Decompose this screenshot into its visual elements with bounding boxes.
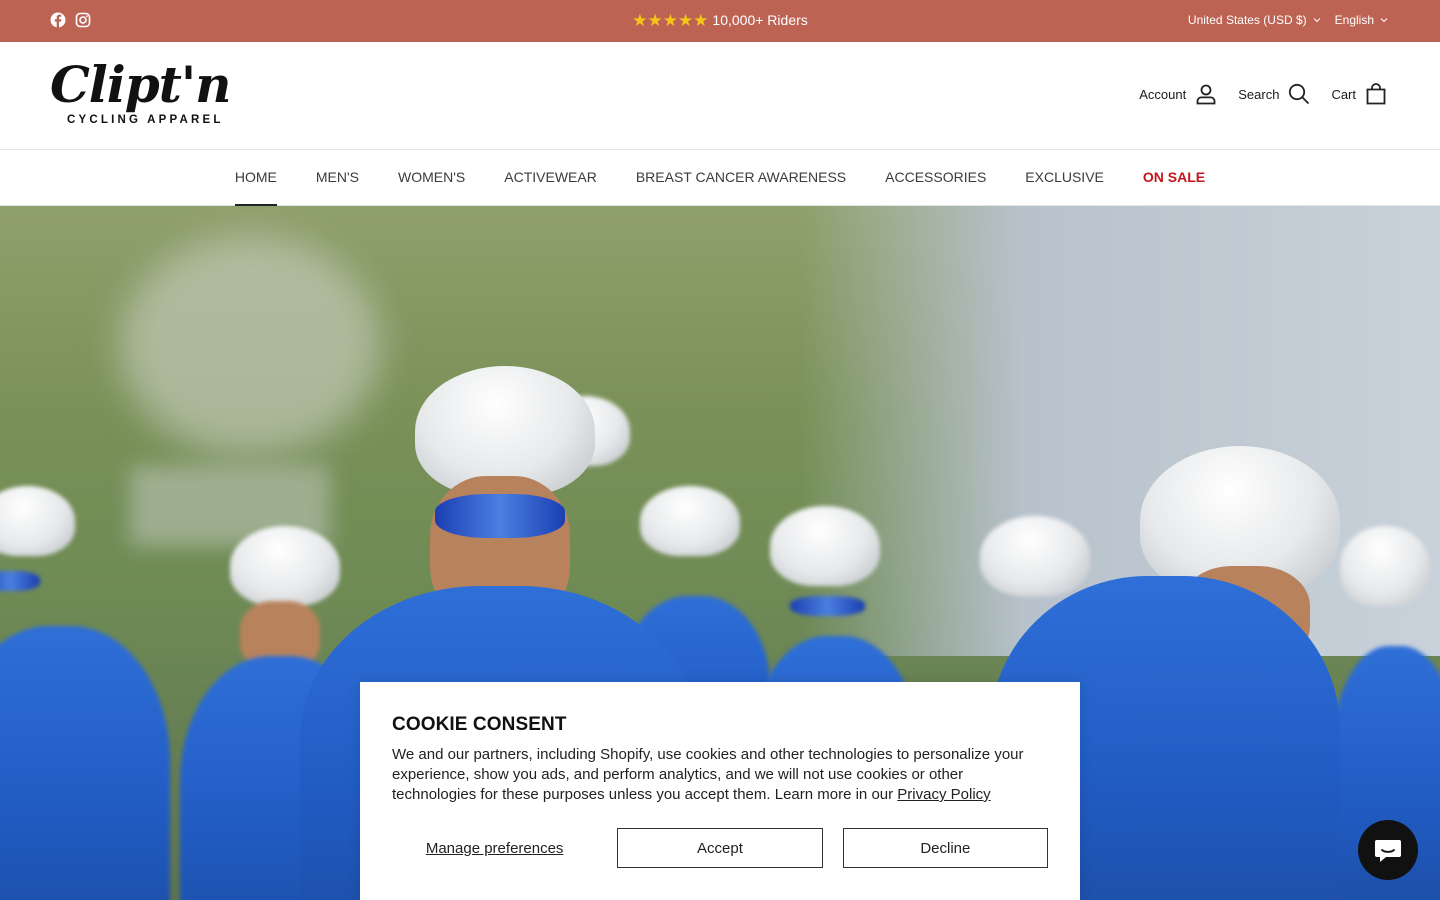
main-nav: HOME MEN'S WOMEN'S ACTIVEWEAR BREAST CAN… [0, 150, 1440, 206]
language-selector[interactable]: English [1335, 13, 1388, 27]
header-actions: Account Search Cart [1139, 82, 1388, 106]
accept-button[interactable]: Accept [617, 828, 823, 868]
cookie-title: COOKIE CONSENT [392, 714, 567, 735]
decline-button[interactable]: Decline [842, 828, 1049, 868]
cookie-consent-banner: COOKIE CONSENT We and our partners, incl… [360, 682, 1080, 900]
cyclist [0, 476, 180, 900]
announcement-bar: ★★★★★ 10,000+ Riders United States (USD $… [0, 0, 1440, 42]
search-link[interactable]: Search [1238, 82, 1311, 106]
locale-selectors: United States (USD $) English [1188, 13, 1388, 27]
logo-wordmark: Clipt'n [50, 55, 232, 114]
rating-stars-icon: ★★★★★ [632, 11, 709, 30]
user-icon [1196, 84, 1216, 105]
nav-item-womens[interactable]: WOMEN'S [398, 169, 465, 206]
cookie-body: We and our partners, including Shopify, … [392, 745, 1048, 805]
promo-text: 10,000+ Riders [712, 12, 808, 28]
nav-item-mens[interactable]: MEN'S [316, 169, 359, 206]
account-label: Account [1139, 86, 1187, 102]
chat-launcher-button[interactable] [1358, 820, 1418, 880]
search-label: Search [1238, 86, 1280, 102]
site-logo[interactable]: Clipt'n CYCLING APPAREL [50, 60, 250, 132]
language-label: English [1334, 13, 1374, 27]
search-icon [1289, 83, 1310, 105]
shopping-bag-icon [1366, 83, 1386, 105]
nav-item-on-sale[interactable]: ON SALE [1143, 169, 1205, 206]
nav-item-home[interactable]: HOME [234, 169, 277, 206]
nav-item-breast-cancer-awareness[interactable]: BREAST CANCER AWARENESS [636, 169, 846, 206]
chat-bubble-icon [1375, 840, 1401, 862]
chevron-down-icon [1313, 18, 1320, 23]
nav-item-accessories[interactable]: ACCESSORIES [885, 169, 986, 206]
currency-selector[interactable]: United States (USD $) [1188, 13, 1321, 27]
chevron-down-icon [1380, 18, 1388, 23]
cart-label: Cart [1331, 86, 1356, 102]
nav-item-activewear[interactable]: ACTIVEWEAR [504, 169, 597, 206]
cart-link[interactable]: Cart [1331, 82, 1388, 106]
site-header: Clipt'n CYCLING APPAREL Account Search C… [0, 42, 1440, 150]
nav-list: HOME MEN'S WOMEN'S ACTIVEWEAR BREAST CAN… [0, 150, 1440, 206]
nav-item-exclusive[interactable]: EXCLUSIVE [1025, 169, 1104, 206]
cookie-buttons: Manage preferences Accept Decline [392, 828, 1049, 868]
logo-tagline: CYCLING APPAREL [67, 114, 224, 126]
privacy-policy-link[interactable]: Privacy Policy [897, 786, 990, 803]
account-link[interactable]: Account [1139, 82, 1218, 106]
manage-preferences-button[interactable]: Manage preferences [392, 828, 597, 868]
currency-label: United States (USD $) [1187, 13, 1307, 27]
